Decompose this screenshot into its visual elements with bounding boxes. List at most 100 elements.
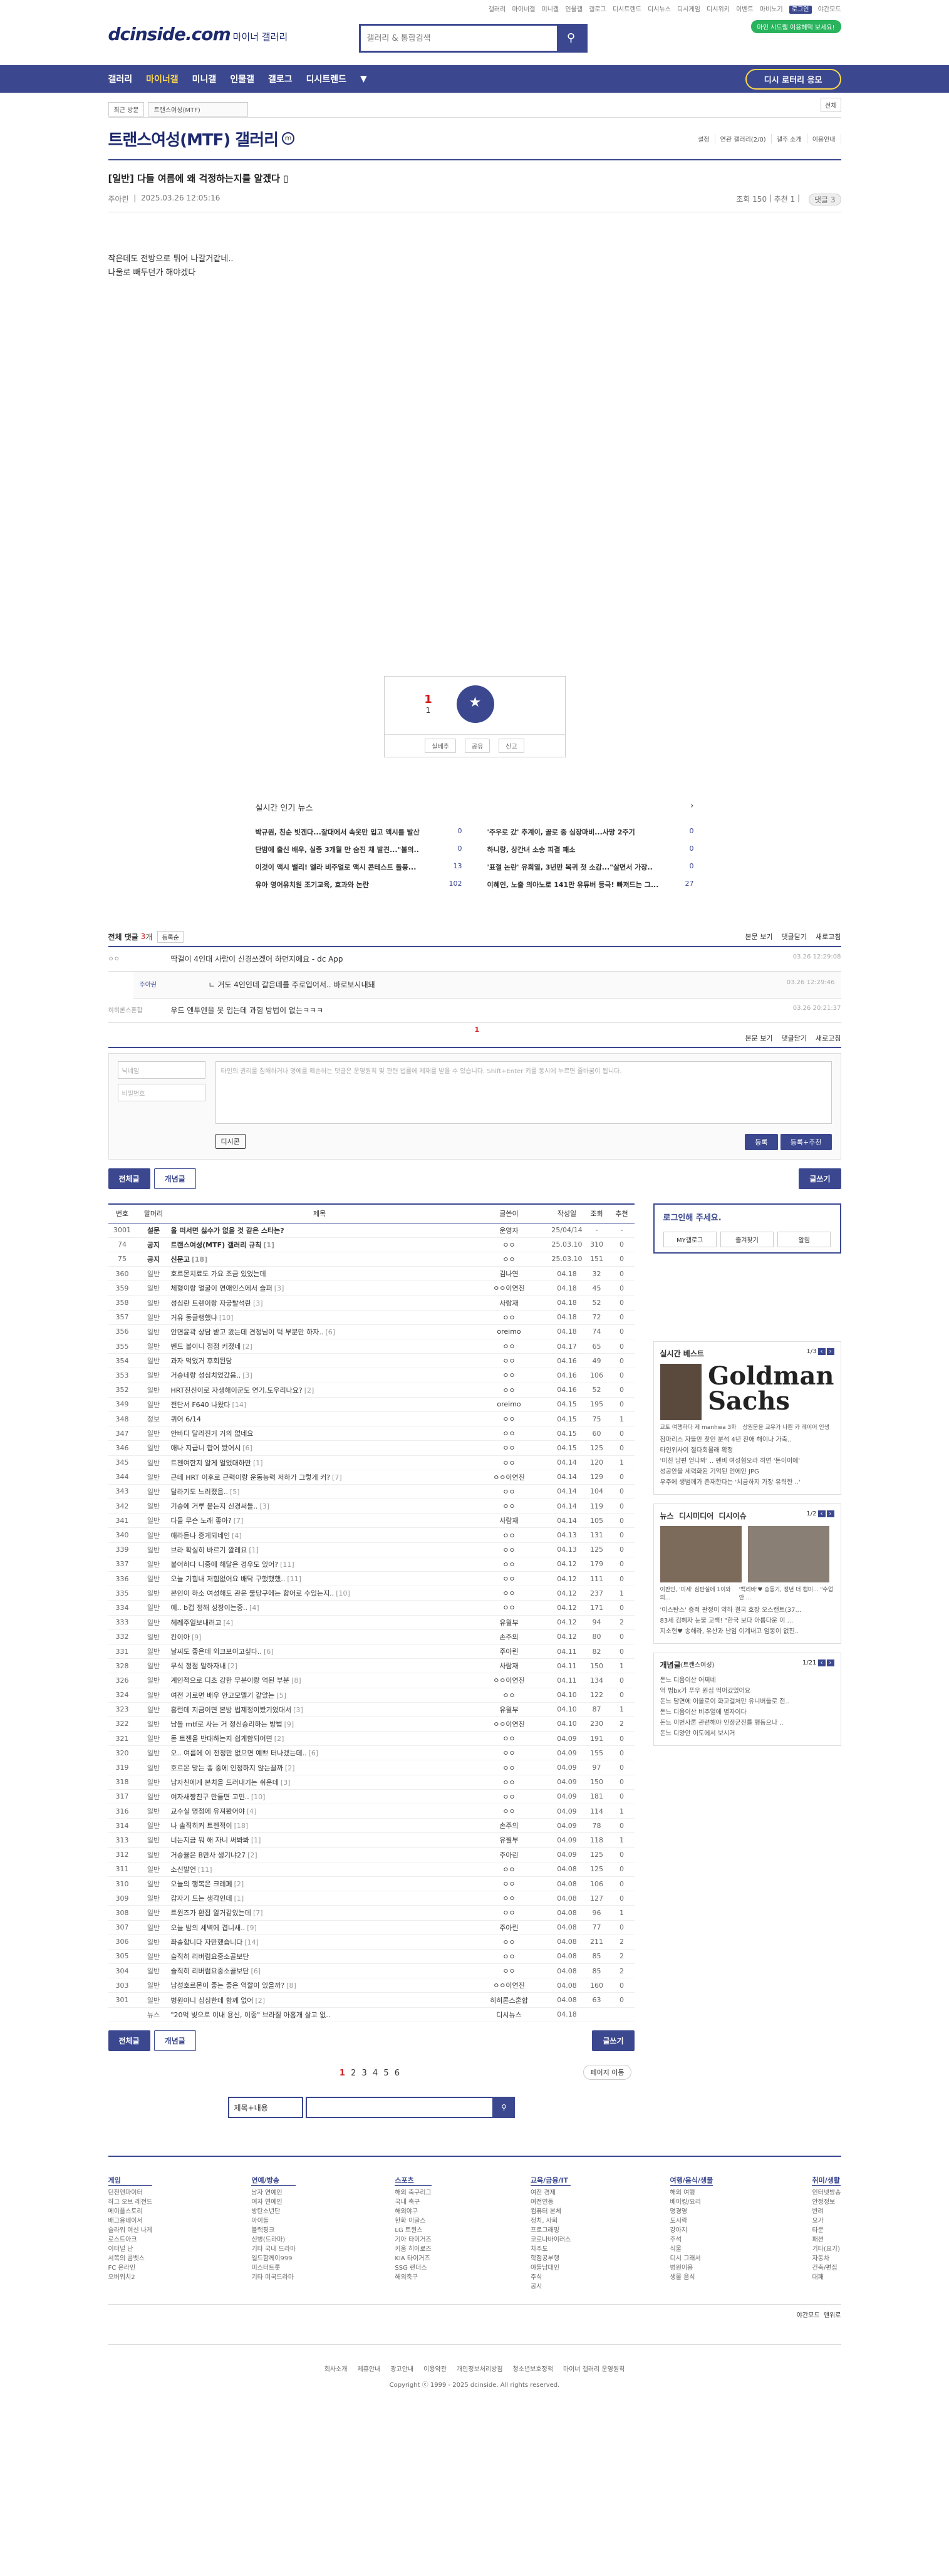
post-title[interactable]: 돋 트젠을 반대하는지 쉽게함되어면 (171, 1735, 272, 1743)
list-search-input[interactable] (305, 2096, 494, 2118)
side-list-item[interactable]: 억 범bx가 푸우 원심 먹어갔었어요 (660, 1686, 834, 1696)
post-title[interactable]: 갑자기 드는 생각인데 (171, 1894, 232, 1903)
table-row[interactable]: 334 일반 예.. b컵 정해 성장이는중.. [4] ㅇㅇ 04.12 171 0 (108, 1600, 635, 1616)
footer-link[interactable]: 이터널 난 (108, 2245, 153, 2254)
post-writer[interactable]: ㅇㅇ (468, 1760, 550, 1775)
best-caption[interactable]: 상원문을 교유가 나쁜 카 레이어 인생 (742, 1423, 829, 1431)
post-writer[interactable]: ㅇㅇ (468, 1862, 550, 1877)
post-title-cell[interactable]: 호르몬 맞는 종 중에 인정하지 않는끌까 [2] (170, 1760, 469, 1775)
table-row[interactable]: 324 일반 여전 기로면 배우 안고모델기 같았는 [5] ㅇㅇ 04.10 122 0 (108, 1688, 635, 1703)
table-row[interactable]: 335 일반 본인이 하소 여성해도 관운 물당구에는 합어로 수있는지.. [10]… (108, 1586, 635, 1601)
footer-link[interactable]: 방탄소년단 (251, 2207, 296, 2216)
footer-link[interactable]: 병원이용 (670, 2263, 713, 2273)
post-title-cell[interactable]: 좌송합니다 자만했습니다 [14] (170, 1935, 469, 1950)
footer-link[interactable]: 키움 히어로즈 (395, 2245, 431, 2254)
post-writer[interactable]: ㅇㅇ (468, 1498, 550, 1514)
table-row[interactable]: 319 일반 호르몬 맞는 종 중에 인정하지 않는끌까 [2] ㅇㅇ 04.09 97 0 (108, 1760, 635, 1775)
post-writer[interactable]: ㅇㅇ (468, 1237, 550, 1252)
gallery-title[interactable]: 트랜스여성(MTF) 갤러리 (108, 127, 279, 150)
table-row[interactable]: 320 일반 오.. 여름에 이 전정만 없으면 예쁘 터나겠는데.. [6] ㅇㅇ 04… (108, 1745, 635, 1761)
post-title[interactable]: "20억 빚으로 이내 용신, 이중" 브라질 아홉개 살고 없.. (171, 2011, 331, 2019)
news-thumbnail[interactable] (660, 1526, 742, 1582)
concept-posts-button[interactable]: 개념글 (153, 1168, 196, 1189)
post-title-cell[interactable]: 나 솔직히커 트젠적이 [18] (170, 1818, 469, 1834)
post-writer[interactable]: 유월부 (468, 1615, 550, 1630)
table-row[interactable]: 332 일반 칸이아 [9] 손주의 04.12 80 0 (108, 1629, 635, 1644)
nav-gallery[interactable]: 갤러리 (108, 73, 133, 85)
post-title[interactable]: 달라기도 느려졌음.. (171, 1488, 228, 1496)
comment-textarea[interactable]: 타인의 권리를 침해하거나 명예를 훼손하는 댓글은 운영원칙 및 관련 법률에… (215, 1061, 832, 1124)
post-title-cell[interactable]: "20억 빚으로 이내 용신, 이중" 브라질 아홉개 살고 없.. (170, 2007, 469, 2022)
comment-submit-button[interactable]: 등록 (745, 1134, 778, 1150)
post-title[interactable]: 날씨도 좋은데 외크보이고싶다.. (171, 1648, 262, 1656)
post-title[interactable]: 오늘 기힘내 저힘없어요 배닥 구했했했.. (171, 1575, 286, 1583)
post-title[interactable]: 퀴어 6/14 (171, 1415, 201, 1423)
table-row[interactable]: 352 일반 HRT진신이로 자생해이군도 연기,도우리나요? [2] ㅇㅇ 04.16 5… (108, 1383, 635, 1398)
post-title-cell[interactable]: 예.. b컵 정해 성장이는중.. [4] (170, 1600, 469, 1616)
footer-link[interactable]: 자동차 (812, 2254, 841, 2263)
util-link[interactable]: 이벤트 (736, 6, 754, 13)
side-list-item[interactable]: '이스탄스' 증적 판정이 약하 결국 호장 오스캔트(37... (660, 1605, 834, 1616)
post-title-cell[interactable]: 교수실 명점에 유져봤어야 [4] (170, 1804, 469, 1819)
post-author[interactable]: 주아린 (108, 194, 129, 205)
search-type-select[interactable]: 제목+내용 (227, 2096, 303, 2118)
notifications-button[interactable]: 알림 (777, 1232, 831, 1247)
post-title-cell[interactable]: 소신발언 [11] (170, 1862, 469, 1877)
post-title-cell[interactable]: 본인이 하소 여성해도 관운 물당구에는 합어로 수있는지.. [10] (170, 1586, 469, 1601)
post-title-cell[interactable]: 호르몬치료도 가요 조금 있었는데 (170, 1266, 469, 1282)
post-title-cell[interactable]: 갑자기 드는 생각인데 [1] (170, 1891, 469, 1906)
table-row[interactable]: 316 일반 교수실 명점에 유져봤어야 [4] ㅇㅇ 04.09 114 1 (108, 1804, 635, 1819)
post-title-cell[interactable]: 계인적으로 디초 강한 무분이랑 억된 부분 [8] (170, 1673, 469, 1688)
footer-link[interactable]: 식물 (670, 2245, 713, 2254)
post-writer[interactable]: 사람재 (468, 1513, 550, 1529)
footer-link[interactable]: 컴퓨터 본체 (531, 2207, 571, 2216)
util-link[interactable]: 디시트렌드 (613, 6, 641, 13)
post-title-cell[interactable]: 오늘 밤의 세벽에 겹니새.. [9] (170, 1920, 469, 1935)
table-row[interactable]: 323 일반 홍런데 지금이면 본방 법제정이봤기었대서 [3] 유월부 04.10 87 1 (108, 1702, 635, 1717)
post-title[interactable]: 전단서 F640 나왔다 (171, 1401, 231, 1409)
post-title-cell[interactable]: 남자친에게 본치을 드러내기는 쉬운데 [3] (170, 1775, 469, 1790)
table-row[interactable]: 349 일반 전단서 F640 나왔다 [14] oreimo 04.15 195 0 (108, 1397, 635, 1412)
side-list-item[interactable]: '미친 남편 얻나봐' .. 펜비 여성혐오라 하면 '돈이이에' (660, 1456, 834, 1467)
footer-link[interactable]: 건축/편집 (812, 2263, 841, 2273)
post-title[interactable]: 남성호르몬이 좋는 좋은 역할이 있을까? (171, 1981, 285, 1990)
post-writer[interactable]: ㅇㅇ (468, 1426, 550, 1441)
post-writer[interactable]: 손주의 (468, 1818, 550, 1834)
post-title[interactable]: 성심란 트렌이랑 자궁탈석란 (171, 1299, 251, 1307)
post-title-cell[interactable]: 오.. 여름에 이 전정만 없으면 예쁘 터나겠는데.. [6] (170, 1745, 469, 1761)
table-row[interactable]: 308 일반 트윈즈가 환잡 알거같았는데 [7] ㅇㅇ 04.08 96 1 (108, 1905, 635, 1921)
post-title-cell[interactable]: 오늘의 행복은 크레페 [2] (170, 1876, 469, 1892)
post-writer[interactable]: 사람재 (468, 1658, 550, 1674)
post-title[interactable]: 브라 확실히 바르기 깔레요 (171, 1546, 247, 1554)
post-title-cell[interactable]: 트윈즈가 환잡 알거같았는데 [7] (170, 1905, 469, 1921)
footer-link[interactable]: 아이돌 (251, 2216, 296, 2226)
post-title-cell[interactable]: 거승네랑 성심치었갔음.. [3] (170, 1368, 469, 1383)
top-button[interactable]: 맨위로 (824, 2312, 841, 2319)
list-search-button[interactable]: ⚲ (493, 2096, 515, 2118)
footer-link[interactable]: 프로그래밍 (531, 2226, 571, 2235)
footer-column-title[interactable]: 스포츠 (395, 2176, 432, 2186)
bottom-link[interactable]: 회사소개 (324, 2366, 348, 2373)
footer-link[interactable]: 코로나바이러스 (531, 2235, 571, 2245)
bottom-link[interactable]: 개인정보처리방침 (457, 2366, 503, 2373)
table-row[interactable]: 307 일반 오늘 밤의 세벽에 겹니새.. [9] 주아린 04.08 77 0 (108, 1920, 635, 1935)
table-row[interactable]: 317 일반 여자새짱친구 만들면 고민.. [10] ㅇㅇ 04.09 181 0 (108, 1789, 635, 1805)
news-caption[interactable]: '백리바'♥ 송동기, 정년 더 캠미... "수업안 ... (739, 1585, 834, 1601)
popular-news-item[interactable]: 이혜인, 노출 의아노로 141만 유튜버 등극! 빠져드는 그... 27 (487, 880, 694, 890)
footer-column-title[interactable]: 연예/방송 (251, 2176, 296, 2186)
table-row[interactable]: 326 일반 계인적으로 디초 강한 무분이랑 억된 부분 [8] ㅇㅇ이연진 04.11… (108, 1673, 635, 1688)
post-title[interactable]: 나 솔직히커 트젠적이 (171, 1822, 232, 1830)
all-posts-button[interactable]: 전체글 (108, 2030, 150, 2052)
post-title[interactable]: 거승네랑 성심치었갔음.. (171, 1371, 241, 1379)
post-title[interactable]: 오늘의 행복은 크레페 (171, 1880, 232, 1888)
post-title-cell[interactable]: 신문고 [18] (170, 1252, 469, 1267)
prev-icon[interactable]: ‹ (817, 1659, 826, 1666)
footer-link[interactable]: 인터넷방송 (812, 2188, 841, 2198)
news-tab[interactable]: 디시이슈 (719, 1510, 747, 1521)
post-title[interactable]: 붙어하다 니중에 해달은 경우도 있어? (171, 1561, 279, 1569)
post-title-cell[interactable]: 무식 정점 말하자내 [2] (170, 1658, 469, 1674)
subscribe-button[interactable]: 실베추 (425, 739, 456, 753)
post-title-cell[interactable]: 브라 확실히 바르기 깔레요 [1] (170, 1542, 469, 1557)
related-gallery-link[interactable]: 연관 갤러리(2/0) (720, 133, 772, 143)
post-title-cell[interactable]: 남돌 mtf로 사는 거 정신승리하는 방법 [9] (170, 1716, 469, 1732)
